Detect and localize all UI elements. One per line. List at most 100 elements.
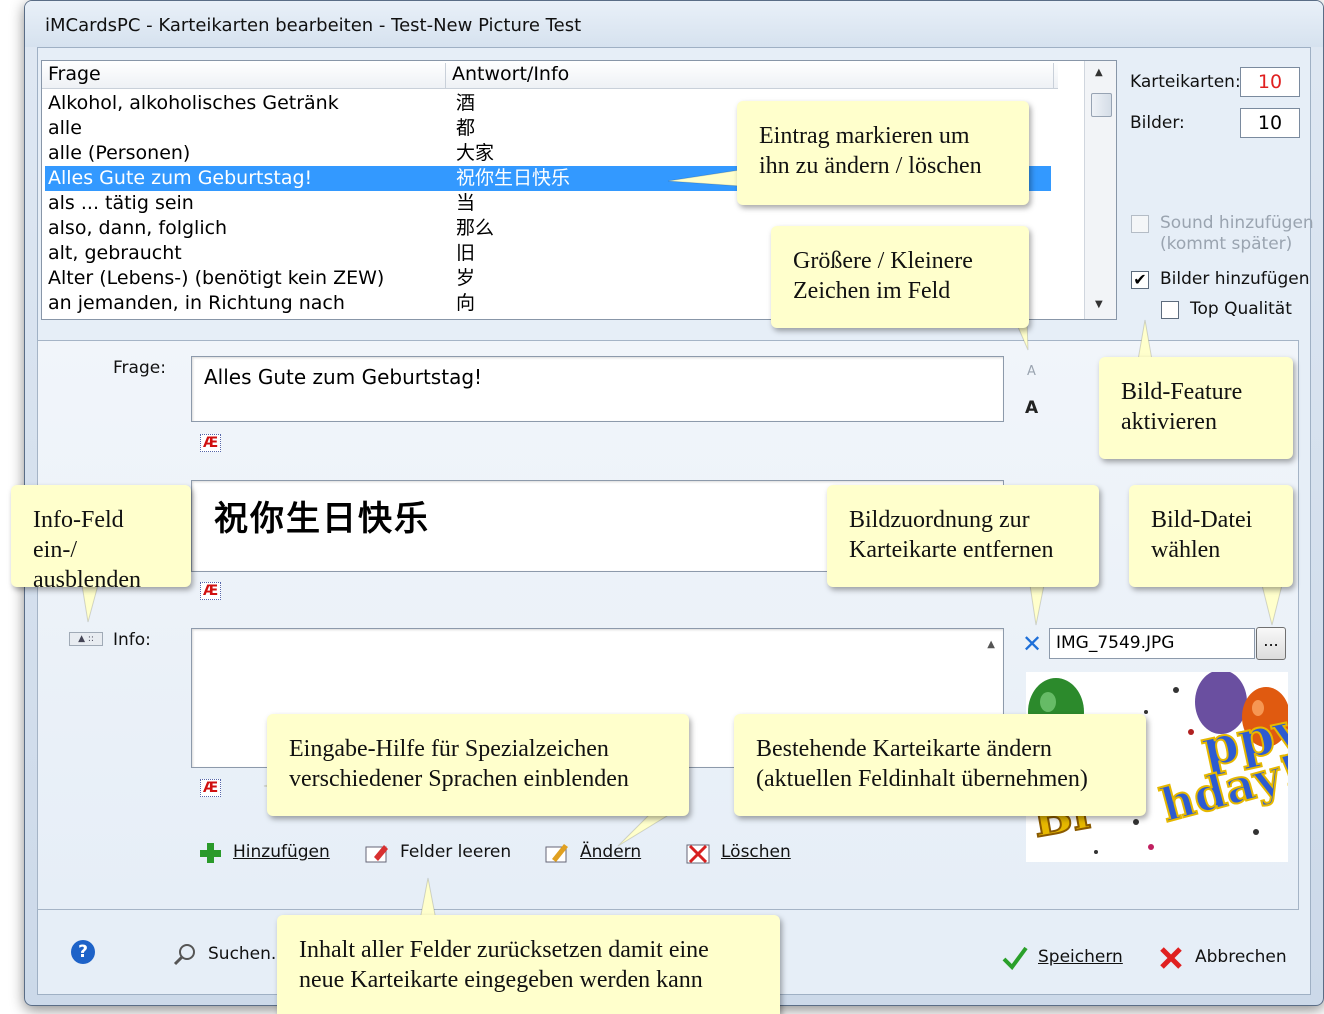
cancel-button[interactable]: Abbrechen bbox=[1159, 946, 1287, 969]
row-answer: 大家 bbox=[456, 142, 495, 164]
callout-choose-file: Bild-Datei wählen bbox=[1129, 485, 1293, 587]
callout-text: Bild-Feature bbox=[1121, 379, 1243, 405]
callout-text: Bestehende Karteikarte ändern bbox=[756, 736, 1052, 762]
callout-remove-picture: Bildzuordnung zur Karteikarte entfernen bbox=[827, 485, 1099, 587]
bilder-count: 10 bbox=[1240, 108, 1300, 138]
callout-text: verschiedener Sprachen einblenden bbox=[289, 766, 629, 792]
plus-icon bbox=[197, 841, 223, 863]
callout-text: Info-Feld ein-/ bbox=[33, 507, 124, 563]
remove-image-icon[interactable]: ✕ bbox=[1022, 630, 1042, 658]
row-question: Alter (Lebens-) (benötigt kein ZEW) bbox=[48, 267, 385, 289]
delete-button-label: Löschen bbox=[721, 842, 791, 862]
row-question: also, dann, folglich bbox=[48, 217, 228, 239]
callout-text: neue Karteikarte eingegeben werden kann bbox=[299, 967, 703, 993]
delete-icon bbox=[685, 841, 711, 864]
karteikarten-count: 10 bbox=[1240, 67, 1300, 97]
callout-special-chars: Eingabe-Hilfe für Spezialzeichen verschi… bbox=[267, 714, 689, 816]
row-question: alle (Personen) bbox=[48, 142, 191, 164]
sound-label: Sound hinzufügen bbox=[1160, 213, 1314, 233]
delete-button[interactable]: Löschen bbox=[685, 841, 791, 864]
special-chars-frage-button[interactable]: Æ bbox=[200, 434, 222, 452]
info-scroll-up-icon[interactable]: ▲ bbox=[987, 639, 995, 650]
save-label: Speichern bbox=[1038, 947, 1123, 967]
callout-text: wählen bbox=[1151, 537, 1221, 563]
font-larger-button[interactable]: A bbox=[1025, 398, 1038, 418]
change-button[interactable]: Ändern bbox=[544, 841, 641, 863]
row-question: Alles Gute zum Geburtstag! bbox=[48, 167, 313, 189]
callout-info-toggle: Info-Feld ein-/ ausblenden bbox=[11, 485, 191, 593]
title-bar[interactable]: iMCardsPC - Karteikarten bearbeiten - Te… bbox=[25, 1, 1323, 47]
callout-font-size: Größere / Kleinere Zeichen im Feld bbox=[771, 226, 1029, 328]
sound-checkbox[interactable] bbox=[1131, 215, 1149, 233]
help-icon[interactable]: ? bbox=[71, 940, 95, 964]
list-header: Frage Antwort/Info bbox=[42, 61, 1058, 89]
row-answer: 祝你生日快乐 bbox=[456, 167, 571, 189]
list-scrollbar[interactable]: ▲ ▼ bbox=[1084, 61, 1116, 319]
callout-text: (aktuellen Feldinhalt übernehmen) bbox=[756, 766, 1088, 792]
top-quality-label: Top Qualität bbox=[1190, 299, 1292, 319]
scroll-up-icon[interactable]: ▲ bbox=[1095, 67, 1103, 78]
row-answer: 都 bbox=[456, 117, 476, 139]
red-x-icon bbox=[1159, 946, 1185, 969]
browse-image-button[interactable]: ... bbox=[1256, 627, 1286, 660]
change-button-label: Ändern bbox=[580, 842, 642, 862]
scroll-thumb[interactable] bbox=[1091, 93, 1112, 117]
row-question: Alkohol, alkoholisches Getränk bbox=[48, 92, 339, 114]
callout-text: Karteikarte entfernen bbox=[849, 537, 1054, 563]
add-button[interactable]: Hinzufügen bbox=[197, 841, 330, 863]
add-button-label: Hinzufügen bbox=[233, 842, 330, 862]
callout-picture-feature: Bild-Feature aktivieren bbox=[1099, 357, 1293, 459]
image-filename-field[interactable]: IMG_7549.JPG bbox=[1049, 628, 1255, 659]
callout-text: Zeichen im Feld bbox=[793, 278, 951, 304]
callout-mark-entry: Eintrag markieren um ihn zu ändern / lös… bbox=[737, 101, 1029, 205]
clear-fields-label: Felder leeren bbox=[400, 842, 512, 862]
cancel-label: Abbrechen bbox=[1195, 947, 1287, 967]
callout-text: Eintrag markieren um bbox=[759, 123, 970, 149]
magnifier-icon bbox=[172, 943, 198, 966]
row-question: alt, gebraucht bbox=[48, 242, 182, 264]
eraser-icon bbox=[364, 841, 390, 863]
column-header-antwort[interactable]: Antwort/Info bbox=[446, 63, 1054, 89]
info-label: Info: bbox=[113, 630, 151, 650]
frage-label: Frage: bbox=[113, 358, 166, 378]
row-question: als ... tätig sein bbox=[48, 192, 194, 214]
callout-text: Bild-Datei bbox=[1151, 507, 1253, 533]
window-title: iMCardsPC - Karteikarten bearbeiten - Te… bbox=[45, 15, 582, 36]
callout-text: ihn zu ändern / löschen bbox=[759, 153, 982, 179]
frage-input[interactable]: Alles Gute zum Geburtstag! bbox=[191, 356, 1004, 422]
edit-icon bbox=[544, 841, 570, 863]
callout-text: ausblenden bbox=[33, 567, 141, 593]
callout-text: Bildzuordnung zur bbox=[849, 507, 1030, 533]
clear-fields-button[interactable]: Felder leeren bbox=[364, 841, 511, 863]
row-answer: 当 bbox=[456, 192, 476, 214]
search-button[interactable]: Suchen... bbox=[172, 943, 288, 966]
callout-text: Inhalt aller Felder zurücksetzen damit e… bbox=[299, 937, 709, 963]
row-answer: 旧 bbox=[456, 242, 476, 264]
scroll-down-icon[interactable]: ▼ bbox=[1095, 299, 1103, 310]
save-button[interactable]: Speichern bbox=[1002, 946, 1123, 971]
bilder-checkbox[interactable]: ✔ bbox=[1131, 271, 1149, 289]
special-chars-info-button[interactable]: Æ bbox=[200, 779, 222, 797]
top-quality-checkbox[interactable] bbox=[1161, 301, 1179, 319]
info-toggle-button[interactable]: ▲ :: bbox=[69, 632, 103, 646]
font-smaller-button[interactable]: A bbox=[1027, 364, 1036, 379]
special-chars-antwort-button[interactable]: Æ bbox=[200, 582, 222, 600]
row-question: an jemanden, in Richtung nach bbox=[48, 292, 345, 314]
bilder-label: Bilder: bbox=[1130, 113, 1185, 133]
row-answer: 那么 bbox=[456, 217, 495, 239]
column-header-frage[interactable]: Frage bbox=[42, 63, 446, 89]
callout-text: Größere / Kleinere bbox=[793, 248, 973, 274]
karteikarten-label: Karteikarten: bbox=[1130, 72, 1241, 92]
checkmark-icon bbox=[1002, 946, 1028, 971]
bilder-option-label: Bilder hinzufügen bbox=[1160, 269, 1310, 289]
search-label: Suchen... bbox=[208, 944, 288, 964]
callout-text: aktivieren bbox=[1121, 409, 1217, 435]
row-answer: 向 bbox=[456, 292, 476, 314]
callout-text: Eingabe-Hilfe für Spezialzeichen bbox=[289, 736, 609, 762]
row-answer: 岁 bbox=[456, 267, 476, 289]
sound-sublabel: (kommt später) bbox=[1160, 234, 1293, 254]
callout-change-card: Bestehende Karteikarte ändern (aktuellen… bbox=[734, 714, 1146, 816]
callout-reset-fields: Inhalt aller Felder zurücksetzen damit e… bbox=[277, 915, 780, 1014]
row-answer: 酒 bbox=[456, 92, 476, 114]
row-question: alle bbox=[48, 117, 82, 139]
